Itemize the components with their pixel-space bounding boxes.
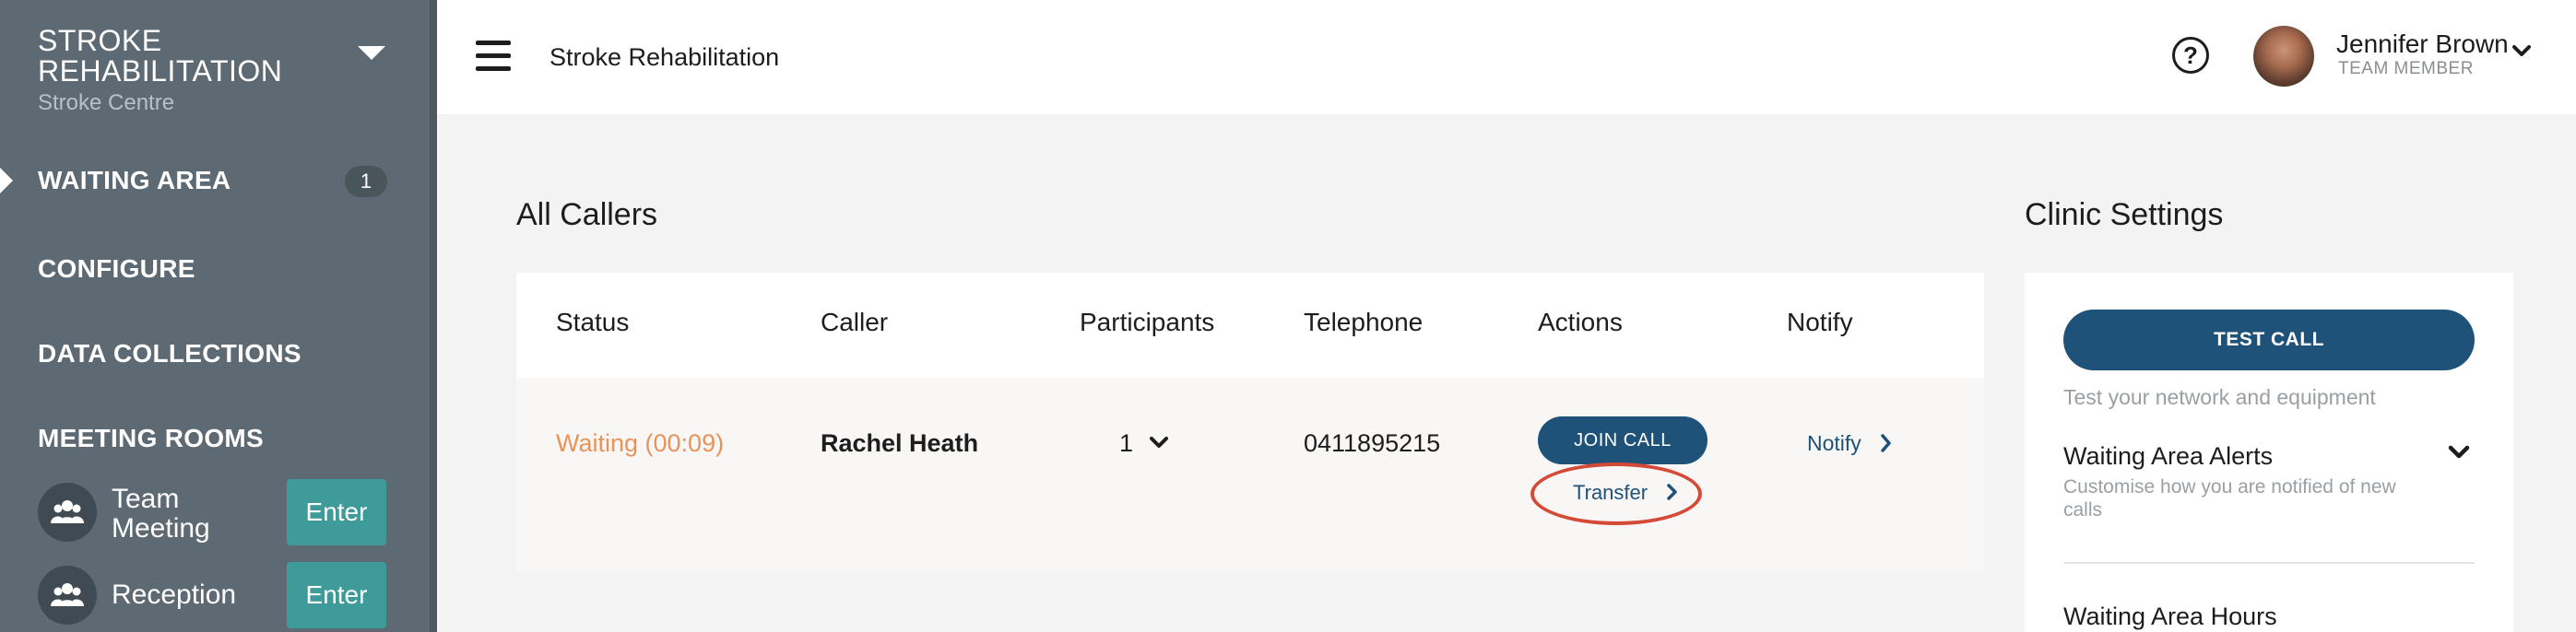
- sidebar-item-meeting-rooms[interactable]: MEETING ROOMS: [38, 424, 264, 453]
- clinic-subtitle: Stroke Centre: [38, 90, 175, 115]
- transfer-label: Transfer: [1573, 481, 1648, 504]
- room-label: Reception: [112, 579, 237, 610]
- enter-reception-button[interactable]: Enter: [287, 562, 386, 628]
- sidebar-divider: [430, 0, 437, 632]
- all-callers-heading: All Callers: [516, 197, 658, 232]
- caller-name: Rachel Heath: [821, 429, 979, 457]
- chevron-down-icon[interactable]: [2511, 44, 2532, 57]
- participants-count: 1: [1119, 429, 1134, 457]
- menu-icon[interactable]: [476, 41, 511, 72]
- group-icon: [38, 566, 97, 625]
- clinic-settings-heading: Clinic Settings: [2025, 197, 2224, 232]
- avatar[interactable]: [2253, 26, 2314, 87]
- clinic-name: STROKE REHABILITATION: [38, 24, 283, 88]
- group-icon: [38, 483, 97, 542]
- column-header-telephone: Telephone: [1304, 308, 1424, 336]
- chevron-down-icon[interactable]: [1149, 435, 1169, 450]
- transfer-button[interactable]: Transfer: [1573, 481, 1679, 505]
- waiting-area-alerts-description: Customise how you are notified of new ca…: [2063, 476, 2396, 521]
- notify-button[interactable]: Notify: [1807, 431, 1893, 456]
- help-icon[interactable]: ?: [2172, 37, 2209, 74]
- chevron-down-icon[interactable]: [2447, 444, 2471, 461]
- waiting-area-hours-title[interactable]: Waiting Area Hours: [2063, 603, 2277, 631]
- caller-telephone: 0411895215: [1304, 429, 1441, 457]
- sidebar-item-configure[interactable]: CONFIGURE: [38, 254, 195, 284]
- waiting-count-badge: 1: [345, 166, 387, 197]
- chevron-right-icon: [1881, 434, 1891, 452]
- user-role: TEAM MEMBER: [2338, 59, 2474, 78]
- meeting-room-reception: Reception Enter: [38, 562, 388, 628]
- sidebar-item-waiting-area[interactable]: WAITING AREA: [38, 166, 230, 195]
- enter-team-meeting-button[interactable]: Enter: [287, 479, 386, 545]
- column-header-actions: Actions: [1538, 308, 1623, 336]
- meeting-room-team-meeting: Team Meeting Enter: [38, 479, 388, 545]
- user-name[interactable]: Jennifer Brown: [2336, 29, 2509, 59]
- page-title: Stroke Rehabilitation: [549, 43, 780, 71]
- active-nav-marker-icon: [0, 168, 13, 193]
- table-row: Waiting (00:09) Rachel Heath 1 041189521…: [516, 378, 1984, 571]
- clinic-settings-panel: TEST CALL Test your network and equipmen…: [2025, 273, 2513, 632]
- join-call-button[interactable]: JOIN CALL: [1538, 416, 1707, 464]
- column-header-caller: Caller: [821, 308, 889, 336]
- sidebar-item-data-collections[interactable]: DATA COLLECTIONS: [38, 339, 301, 369]
- callers-table: Status Caller Participants Telephone Act…: [516, 273, 1984, 571]
- divider: [2063, 562, 2475, 564]
- sidebar: STROKE REHABILITATION Stroke Centre WAIT…: [0, 0, 430, 632]
- chevron-right-icon: [1667, 484, 1677, 500]
- column-header-notify: Notify: [1787, 308, 1853, 336]
- clinic-switcher-caret-icon[interactable]: [358, 46, 385, 60]
- notify-label: Notify: [1807, 431, 1861, 455]
- room-label: Team Meeting: [112, 484, 210, 544]
- top-bar: Stroke Rehabilitation ? Jennifer Brown T…: [437, 0, 2576, 114]
- waiting-area-alerts-title[interactable]: Waiting Area Alerts: [2063, 442, 2273, 471]
- test-call-hint: Test your network and equipment: [2063, 385, 2376, 409]
- column-header-participants: Participants: [1080, 308, 1215, 336]
- column-header-status: Status: [556, 308, 630, 336]
- caller-status: Waiting (00:09): [556, 429, 725, 457]
- test-call-button[interactable]: TEST CALL: [2063, 310, 2475, 370]
